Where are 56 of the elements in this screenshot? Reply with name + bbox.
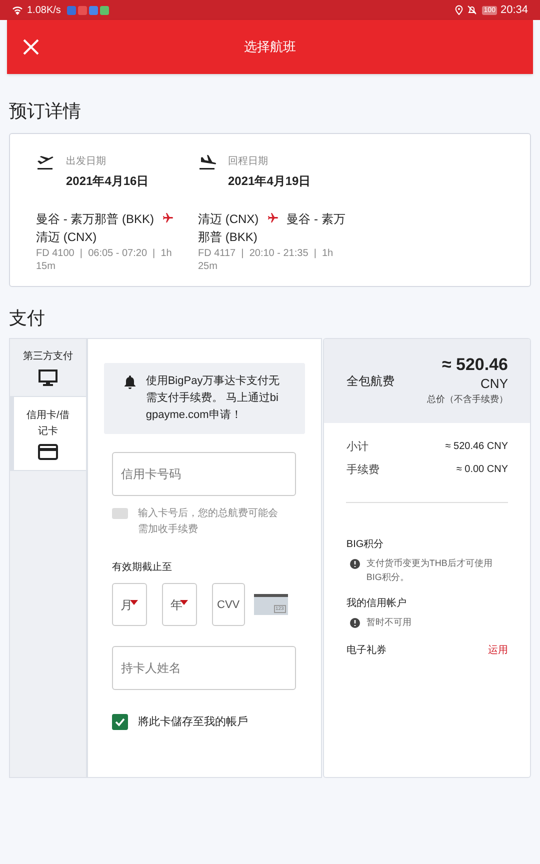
year-dropdown[interactable]: 年 bbox=[162, 583, 197, 626]
close-icon[interactable] bbox=[23, 39, 39, 55]
fare-line-label: 小计 bbox=[346, 440, 368, 455]
month-dropdown[interactable]: 月 bbox=[112, 583, 147, 626]
airplane-icon bbox=[266, 212, 279, 224]
card-placeholder-icon bbox=[112, 508, 128, 519]
date-label: 回程日期 bbox=[228, 154, 269, 169]
voucher-label: 电子礼券 bbox=[346, 644, 386, 658]
app-icons-drawing bbox=[66, 6, 109, 14]
takeoff-icon bbox=[36, 154, 54, 170]
clock: 20:34 bbox=[500, 2, 528, 18]
currency: CNY bbox=[480, 375, 508, 394]
option-title: 我的信用帐户 bbox=[346, 596, 408, 611]
apply-link[interactable]: 运用 bbox=[488, 643, 508, 658]
section-title: 支付 bbox=[9, 307, 46, 330]
airplane-icon bbox=[162, 212, 174, 224]
alert-icon bbox=[350, 559, 360, 569]
wifi-icon bbox=[12, 6, 23, 14]
save-card-checkbox[interactable] bbox=[112, 714, 128, 730]
fare-line-value: ≈ 520.46 CNY bbox=[445, 440, 508, 454]
flight-date: 2021年4月16日 bbox=[66, 173, 149, 190]
credit-card-icon bbox=[38, 444, 58, 460]
total-fare-amount: ≈ 520.46 bbox=[442, 355, 508, 376]
screen-title: 选择航班 bbox=[243, 38, 297, 56]
fare-line-label: 手续费 bbox=[346, 462, 380, 478]
caret-icon bbox=[130, 600, 138, 605]
network-speed: 1.08K/s bbox=[27, 4, 61, 18]
route-text: 清迈 (CNX) 曼谷 - 素万那普 (BKK) bbox=[198, 211, 346, 246]
option-note: 暂时不可用 bbox=[366, 616, 412, 629]
bell-icon bbox=[124, 375, 136, 389]
notice-text: 使用BigPay万事达卡支付无需支付手续费。 马上通过bigpayme.com申请！ bbox=[146, 374, 281, 423]
section-title: 预订详情 bbox=[9, 100, 82, 123]
fee-note: 输入卡号后，您的总航费可能会需加收手续费 bbox=[138, 506, 279, 537]
flight-details: FD 4117 | 20:10 - 21:35 | 1h 25m bbox=[198, 247, 334, 273]
monitor-icon bbox=[38, 368, 58, 386]
option-title: BIG积分 bbox=[346, 538, 385, 552]
location-icon bbox=[454, 5, 463, 15]
option-note: 支付货币变更为THB后才可使用BIG积分。 bbox=[366, 557, 494, 584]
muted-bell-icon bbox=[466, 5, 477, 15]
caret-icon bbox=[180, 600, 188, 605]
checkbox-label: 將此卡儲存至我的帳戶 bbox=[138, 715, 248, 730]
total-fare-label: 全包航费 bbox=[346, 373, 396, 390]
total-fare-note: 总价（不含手续费） bbox=[427, 393, 508, 406]
alert-icon bbox=[350, 618, 360, 628]
cvv-field[interactable]: CVV bbox=[212, 583, 245, 626]
date-label: 出发日期 bbox=[66, 154, 107, 169]
flight-details: FD 4100 | 06:05 - 07:20 | 1h 15m bbox=[36, 247, 173, 273]
payment-tab[interactable]: 信用卡/借记卡 bbox=[10, 397, 86, 471]
expiry-label: 有效期截止至 bbox=[112, 560, 173, 575]
landing-icon bbox=[198, 154, 216, 170]
cardholder-name-field[interactable]: 持卡人姓名 bbox=[112, 646, 296, 690]
checkmark-icon bbox=[114, 716, 126, 728]
flight-date: 2021年4月19日 bbox=[228, 173, 311, 190]
card-number-field[interactable]: 信用卡号码 bbox=[112, 452, 296, 496]
fare-line-value: ≈ 0.00 CNY bbox=[456, 462, 508, 476]
route-text: 曼谷 - 素万那普 (BKK) 清迈 (CNX) bbox=[36, 210, 186, 246]
